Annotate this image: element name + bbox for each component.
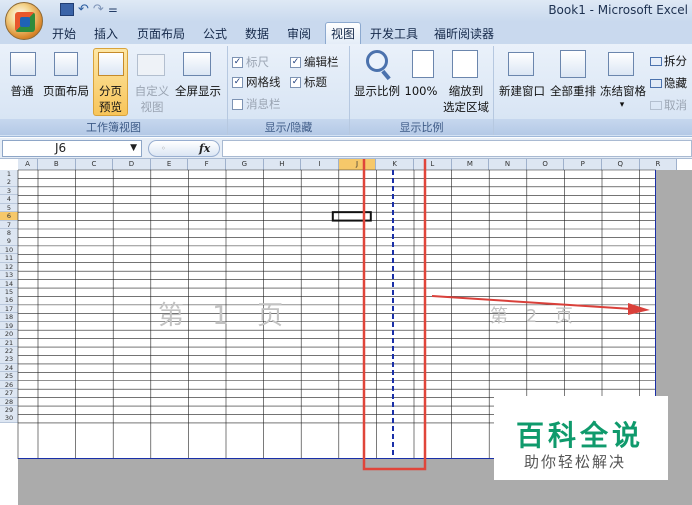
split-icon [650,57,662,66]
formula-bar: J6 ▼ ◦ fx [0,138,692,159]
headings-checkbox[interactable]: ✓ 标题 [290,74,327,90]
hide-button[interactable]: 隐藏 [650,76,692,91]
zoom-group: 显示比例 100% 缩放到 选定区域 显示比例 [350,46,494,135]
tab-data[interactable]: 数据 [245,25,269,42]
tab-review[interactable]: 审阅 [287,25,311,42]
tab-developer[interactable]: 开发工具 [370,25,418,42]
unhide-label: 取消 [664,98,687,112]
zoom-100-icon [412,50,434,78]
workbook-views-group-label: 工作簿视图 [0,119,227,135]
zoom-to-selection-label-1[interactable]: 缩放到 [442,84,490,99]
tab-insert[interactable]: 插入 [94,25,118,42]
fullscreen-icon [183,52,211,76]
formula-input[interactable] [222,140,692,157]
window-title: Book1 - Microsoft Excel [548,3,688,17]
page-1-label: 第 1 页 [158,301,294,331]
watermark: 百科全说 助你轻松解决 [494,396,668,480]
page-2-label: 第 2 页 [490,306,579,327]
fullscreen-button[interactable]: 全屏显示 [172,84,224,99]
check-icon: ✓ [290,76,301,88]
page-break-preview-label-1: 分页 [99,84,122,98]
empty-checkbox-icon [232,98,243,110]
formula-bar-label: 编辑栏 [304,55,339,69]
page-break-preview-icon [98,52,124,76]
hide-label: 隐藏 [664,76,687,90]
freeze-panes-button[interactable]: 冻结窗格 [598,84,648,99]
unhide-button[interactable]: 取消 [650,98,692,113]
zoom-button[interactable]: 显示比例 [352,84,402,99]
page-layout-view-icon [54,52,78,76]
tab-foxit-reader[interactable]: 福昕阅读器 [434,25,494,42]
tab-home[interactable]: 开始 [52,25,76,42]
zoom-100-button[interactable]: 100% [404,84,438,99]
zoom-group-label: 显示比例 [350,119,493,135]
page-break-preview-label-2: 预览 [99,100,122,114]
ribbon-tabs: 开始 插入 页面布局 公式 数据 审阅 视图 开发工具 福昕阅读器 [0,22,692,44]
zoom-to-selection-icon [452,50,478,78]
custom-views-label-2: 视图 [140,100,164,114]
check-icon: ✓ [232,76,243,88]
show-hide-group-label: 显示/隐藏 [228,119,349,135]
headings-label: 标题 [304,75,327,89]
ruler-label: 标尺 [246,55,269,69]
message-bar-checkbox[interactable]: 消息栏 [232,96,281,112]
ribbon: 普通 页面布局 分页 预览 自定义 视图 全屏显示 工作簿视图 ✓ 标尺 ✓ 编辑栏… [0,44,692,137]
quick-access-toolbar: ↶ ↷ = [46,2,118,17]
custom-views-icon [137,54,165,76]
normal-view-icon [10,52,36,76]
magnifier-handle-icon [381,69,391,81]
new-window-icon [508,52,534,76]
new-window-button[interactable]: 新建窗口 [496,84,548,99]
chevron-down-icon[interactable]: ▼ [130,141,137,156]
watermark-subtitle: 助你轻松解决 [524,453,627,471]
formula-bar-checkbox[interactable]: ✓ 编辑栏 [290,54,339,70]
workbook-views-group: 普通 页面布局 分页 预览 自定义 视图 全屏显示 工作簿视图 [0,46,228,135]
tab-formulas[interactable]: 公式 [203,25,227,42]
check-icon: ✓ [290,56,301,68]
fx-icon[interactable]: fx [199,142,210,155]
tab-view[interactable]: 视图 [325,22,362,44]
arrange-all-button[interactable]: 全部重排 [546,84,600,99]
undo-icon[interactable]: ↶ [78,2,89,17]
split-button[interactable]: 拆分 [650,54,692,69]
name-box-value: J6 [55,141,67,155]
zoom-to-selection-label-2: 选定区域 [443,100,489,114]
normal-view-button[interactable]: 普通 [4,84,40,99]
dot-icon: ◦ [161,144,166,153]
show-hide-group: ✓ 标尺 ✓ 编辑栏 ✓ 网格线 ✓ 标题 消息栏 显示/隐藏 [228,46,350,135]
gridlines-label: 网格线 [246,75,281,89]
name-box[interactable]: J6 ▼ [2,140,142,157]
custom-views-label-1[interactable]: 自定义 [134,84,170,99]
qat-customize-icon[interactable]: = [108,3,118,17]
window-group-label [494,119,692,135]
unhide-icon [650,101,662,110]
hide-icon [650,79,662,88]
watermark-title: 百科全说 [516,419,645,452]
ruler-checkbox[interactable]: ✓ 标尺 [232,54,269,70]
arrange-all-icon [560,50,586,78]
save-icon[interactable] [60,3,74,16]
office-logo-icon [15,12,35,32]
magnifier-icon [366,50,388,72]
freeze-panes-icon [608,52,634,76]
tab-page-layout[interactable]: 页面布局 [137,25,185,42]
title-bar: ↶ ↷ = Book1 - Microsoft Excel [0,0,692,22]
worksheet[interactable]: ABCDEFGHIJKLMNOPQR 1 2 3 4 5 6 7 8 9 10 11 12 13 14 15… [0,159,692,505]
freeze-dropdown-icon[interactable]: ▾ [616,98,628,113]
formula-pill: ◦ fx [148,140,220,157]
office-button[interactable] [5,2,43,40]
split-label: 拆分 [664,54,687,68]
window-group: 新建窗口 全部重排 冻结窗格 ▾ 拆分 隐藏 取消 [494,46,692,135]
page-layout-view-button[interactable]: 页面布局 [42,84,90,99]
gridlines-checkbox[interactable]: ✓ 网格线 [232,74,281,90]
message-bar-label: 消息栏 [246,97,281,111]
check-icon: ✓ [232,56,243,68]
redo-icon[interactable]: ↷ [93,2,104,17]
